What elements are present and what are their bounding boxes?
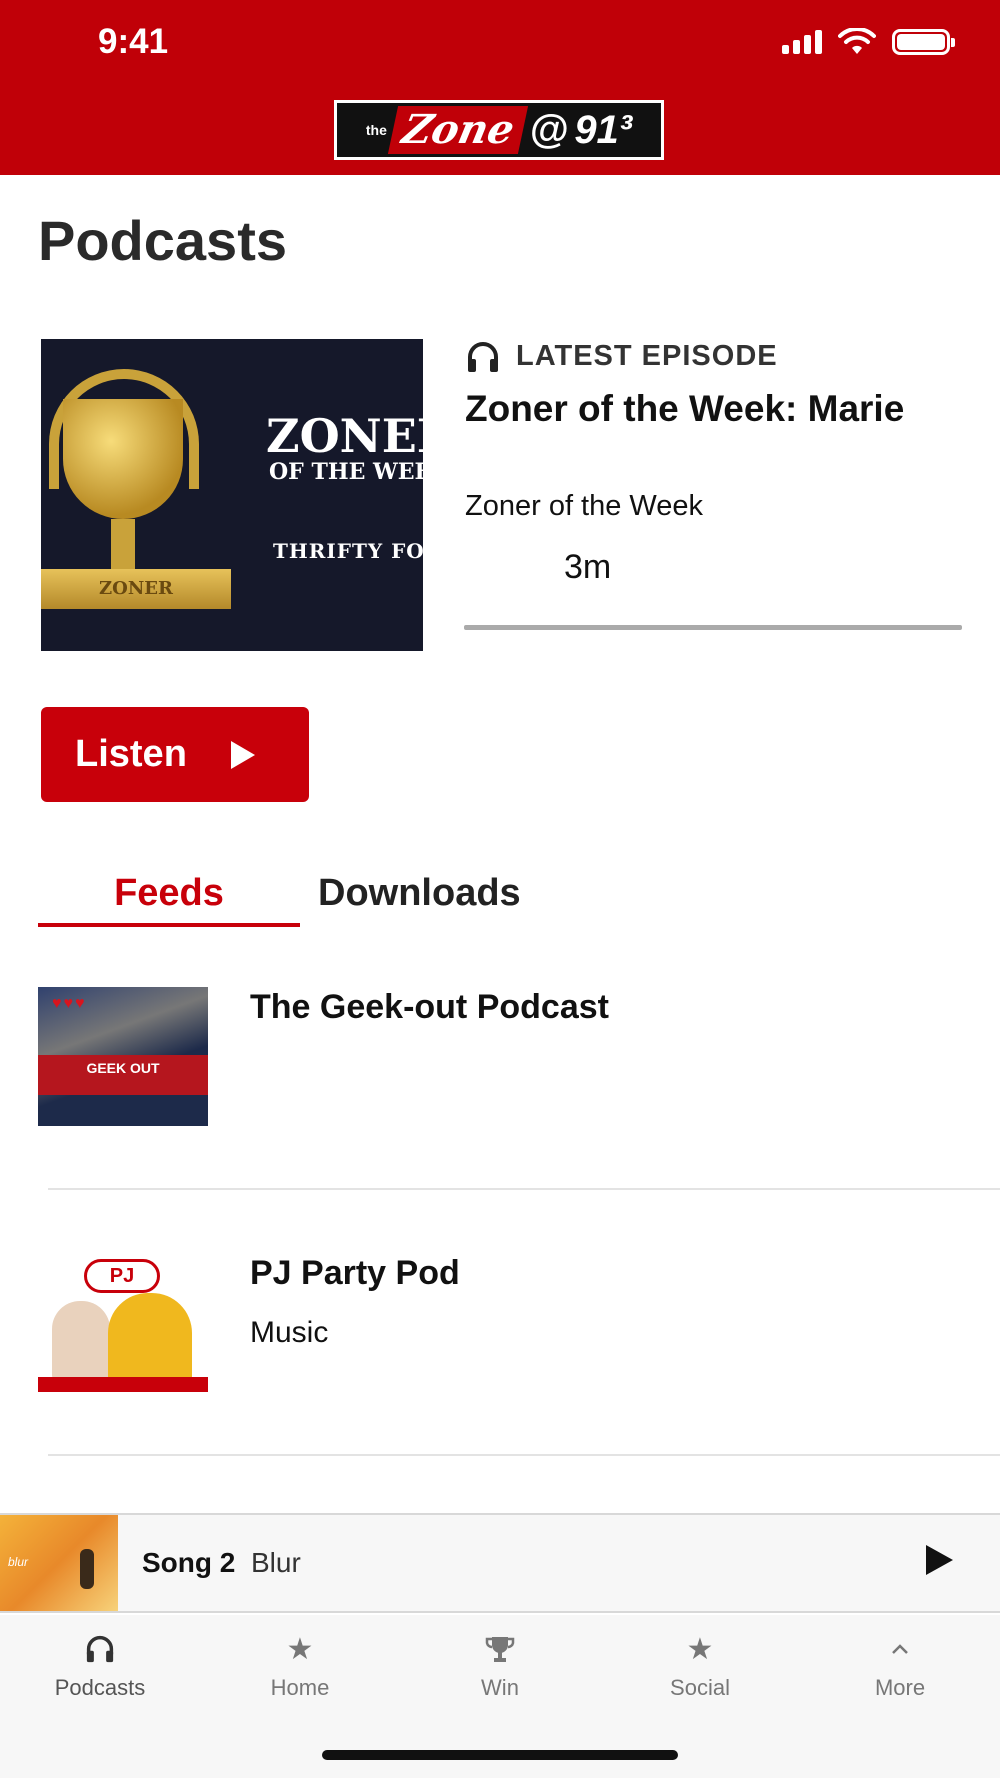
episode-show-name: Zoner of the Week — [465, 490, 704, 522]
mini-player[interactable]: blur Song 2 Blur — [0, 1513, 1000, 1613]
headphones-icon — [468, 341, 498, 372]
list-item[interactable]: PJ PJ Party Pod Music — [0, 1252, 1000, 1518]
tab-feeds[interactable]: Feeds — [38, 872, 300, 927]
tab-label: Win — [481, 1675, 519, 1700]
album-art-text: blur — [8, 1555, 29, 1569]
tab-label: More — [874, 1675, 926, 1700]
feed-thumbnail: PJ — [38, 1253, 208, 1392]
logo-at: @ — [529, 107, 569, 152]
page-title: Podcasts — [38, 209, 287, 272]
feed-thumbnail-text: PJ — [84, 1259, 160, 1293]
status-time: 9:41 — [98, 22, 169, 61]
app-header: 9:41 the Zone @ 91³ — [0, 0, 1000, 175]
now-playing-artist: Blur — [251, 1547, 301, 1578]
episode-duration: 3m — [564, 548, 612, 586]
wifi-icon — [838, 28, 876, 54]
hearts-graphic: ♥♥♥ — [52, 995, 87, 1012]
tab-label: Home — [270, 1675, 330, 1700]
listen-button[interactable]: Listen — [41, 707, 309, 802]
logo-the: the — [365, 122, 387, 138]
artwork-title: ZONER — [266, 409, 423, 463]
station-logo: the Zone @ 91³ — [334, 100, 664, 160]
tab-label: Social — [670, 1675, 730, 1700]
now-playing-song: Song 2 — [142, 1547, 236, 1578]
trophy-graphic — [63, 399, 183, 519]
chevron-up-icon — [825, 1633, 975, 1665]
feed-category: Music — [250, 1316, 329, 1349]
divider — [48, 1454, 1000, 1456]
logo-frequency: 91³ — [574, 107, 633, 152]
play-icon — [230, 740, 255, 769]
status-icons — [782, 28, 955, 56]
trophy-icon — [425, 1633, 575, 1665]
listen-button-label: Listen — [75, 733, 187, 775]
play-icon[interactable] — [926, 1545, 953, 1575]
episode-progress-bar — [464, 625, 962, 630]
tab-downloads[interactable]: Downloads — [318, 872, 521, 915]
tab-more[interactable]: More — [825, 1633, 975, 1701]
star-icon: ★ — [686, 1632, 714, 1666]
logo-zone: Zone — [387, 106, 529, 154]
tab-home[interactable]: ★ Home — [225, 1633, 375, 1701]
host-photo — [52, 1301, 110, 1381]
feed-thumbnail-text: GEEK OUT — [38, 1055, 208, 1095]
artwork-subtitle: OF THE WEEK — [269, 459, 423, 485]
thumbnail-footer — [38, 1377, 208, 1392]
album-art: blur — [0, 1515, 118, 1611]
latest-episode-artwork[interactable]: ZONER ZONER OF THE WEEK THRIFTY FO — [41, 339, 423, 651]
star-icon: ★ — [286, 1632, 314, 1666]
tab-social[interactable]: ★ Social — [625, 1633, 775, 1701]
battery-icon — [892, 29, 955, 55]
artwork-ribbon: ZONER — [41, 569, 231, 609]
tab-label: Podcasts — [54, 1675, 146, 1700]
home-indicator[interactable] — [322, 1750, 678, 1760]
feed-thumbnail: ♥♥♥ GEEK OUT — [38, 987, 208, 1126]
album-art-figure — [80, 1549, 94, 1589]
host-photo — [108, 1293, 192, 1383]
tab-win[interactable]: Win — [425, 1633, 575, 1701]
feed-title: PJ Party Pod — [250, 1254, 460, 1292]
tab-podcasts[interactable]: Podcasts — [25, 1633, 175, 1701]
feed-title: The Geek-out Podcast — [250, 988, 609, 1026]
episode-title[interactable]: Zoner of the Week: Marie — [465, 388, 965, 430]
latest-episode-label-text: LATEST EPISODE — [516, 340, 778, 372]
cellular-signal-icon — [782, 30, 822, 54]
headphones-icon — [25, 1633, 175, 1665]
artwork-sponsor: THRIFTY FO — [273, 539, 423, 563]
divider — [48, 1188, 1000, 1190]
list-item[interactable]: ♥♥♥ GEEK OUT The Geek-out Podcast — [0, 986, 1000, 1252]
latest-episode-label: LATEST EPISODE — [466, 340, 778, 373]
